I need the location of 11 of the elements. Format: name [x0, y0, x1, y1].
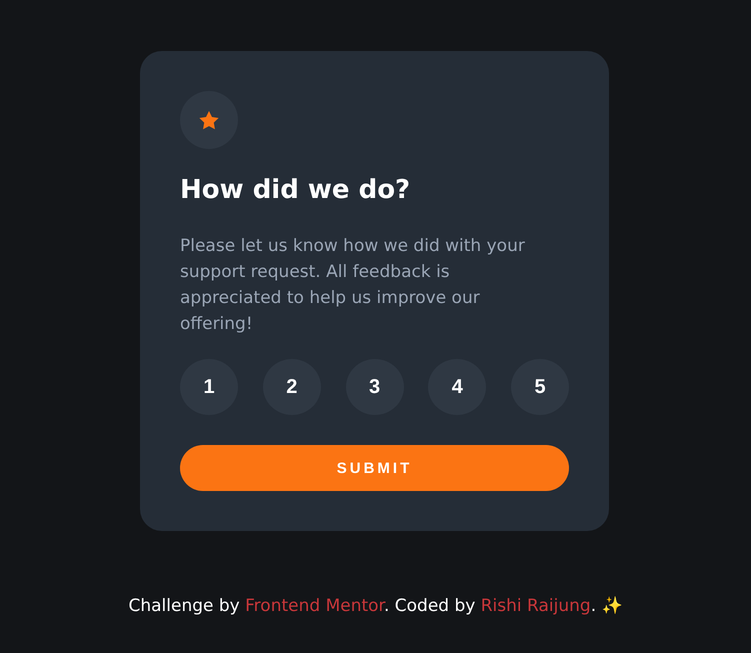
rating-button[interactable]: 5	[511, 359, 569, 415]
rating-button[interactable]: 2	[262, 359, 321, 415]
card-description: Please let us know how we did with your support request. All feedback is appreciated to help us improve our offering!	[180, 235, 526, 336]
footer-link[interactable]: Frontend Mentor	[245, 596, 384, 616]
star-icon	[199, 110, 219, 130]
rating-button[interactable]: 1	[180, 359, 238, 415]
rating-button[interactable]: 4	[428, 359, 486, 415]
footer-link[interactable]: Rishi Raijung	[480, 596, 591, 616]
footer-credit: Challenge by Frontend Mentor. Coded by Rishi Raijung. ✨	[128, 595, 622, 616]
card-title: How did we do?	[180, 175, 412, 205]
rating-button[interactable]: 3	[346, 359, 404, 415]
